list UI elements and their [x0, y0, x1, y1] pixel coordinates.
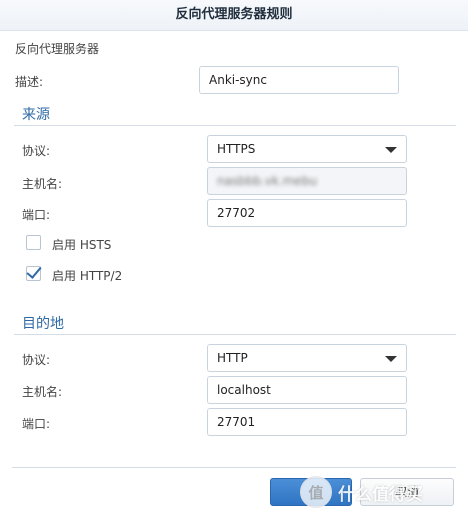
destination-protocol-label: 协议: — [22, 353, 51, 367]
destination-divider — [14, 334, 456, 335]
source-protocol-label: 协议: — [22, 144, 51, 158]
source-hostname-value: nasbbb.vk.mebu — [217, 174, 318, 188]
description-label: 描述: — [15, 75, 44, 89]
http2-label: 启用 HTTP/2 — [52, 269, 123, 283]
source-port-label: 端口: — [22, 208, 51, 222]
watermark-logo-icon: 值 — [300, 476, 332, 508]
source-port-input[interactable]: 27702 — [207, 199, 407, 227]
footer-divider — [12, 467, 456, 468]
source-hostname-label: 主机名: — [22, 177, 63, 191]
hsts-label: 启用 HSTS — [52, 238, 112, 252]
destination-section-title: 目的地 — [22, 316, 64, 332]
chevron-down-icon — [385, 147, 397, 153]
watermark-text: 什么值得买 — [338, 484, 423, 505]
description-value: Anki-sync — [209, 73, 267, 87]
http2-checkbox[interactable] — [26, 263, 42, 281]
source-divider — [14, 125, 456, 126]
dialog-title: 反向代理服务器规则 — [0, 0, 468, 31]
general-heading: 反向代理服务器 — [15, 42, 100, 56]
description-input[interactable]: Anki-sync — [199, 66, 399, 94]
destination-hostname-input[interactable]: localhost — [207, 376, 407, 404]
hsts-checkbox[interactable] — [26, 235, 41, 250]
destination-port-value: 27701 — [217, 415, 256, 429]
checkmark-icon — [26, 263, 42, 279]
source-protocol-select[interactable]: HTTPS — [207, 135, 407, 163]
source-port-value: 27702 — [217, 206, 256, 220]
source-hostname-input[interactable]: nasbbb.vk.mebu — [207, 167, 407, 195]
destination-hostname-value: localhost — [217, 383, 271, 397]
watermark: 值 什么值得买 — [300, 470, 468, 514]
destination-protocol-select[interactable]: HTTP — [207, 344, 407, 372]
destination-hostname-label: 主机名: — [22, 385, 63, 399]
destination-port-label: 端口: — [22, 417, 51, 431]
chevron-down-icon — [385, 356, 397, 362]
source-section-title: 来源 — [22, 107, 50, 123]
destination-port-input[interactable]: 27701 — [207, 408, 407, 436]
destination-protocol-value: HTTP — [217, 351, 248, 365]
source-protocol-value: HTTPS — [217, 142, 256, 156]
